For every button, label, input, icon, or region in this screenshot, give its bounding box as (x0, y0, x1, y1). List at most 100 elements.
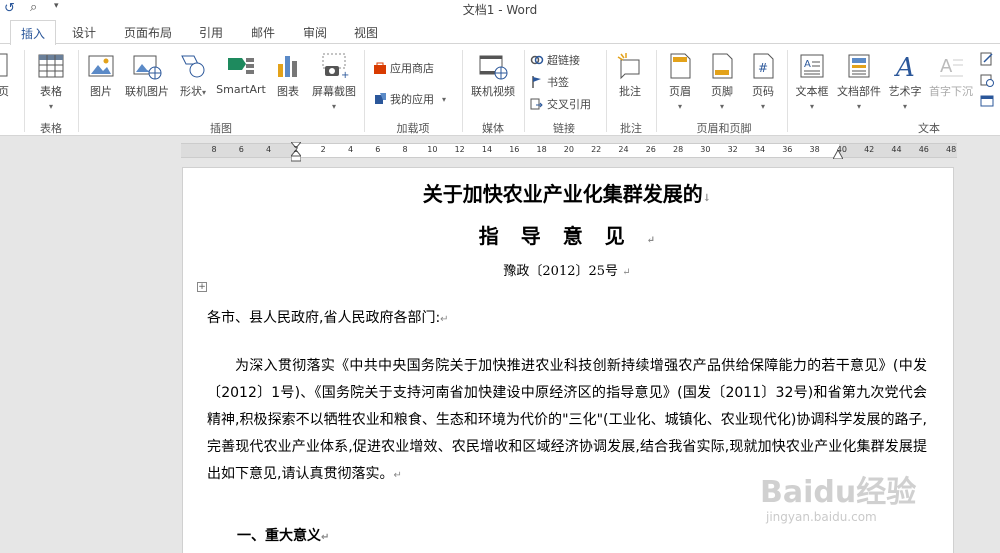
ruler-tick: 8 (402, 145, 408, 154)
cross-reference-button[interactable]: 交叉引用 (530, 96, 591, 112)
group-label-comments: 批注 (620, 122, 642, 135)
chart-button[interactable]: 图表 (273, 52, 303, 99)
chevron-down-icon: ▾ (719, 102, 724, 111)
smartart-icon (228, 58, 254, 74)
ruler-tick: 22 (591, 145, 602, 154)
ruler-tick: 18 (536, 145, 547, 154)
document-number: 豫政〔2012〕25号 ↵ (503, 264, 631, 279)
smartart-button[interactable]: SmartArt (214, 52, 268, 96)
tab-design[interactable]: 设计 (72, 24, 96, 41)
date-time-icon (980, 74, 994, 87)
ruler-tick: 34 (754, 145, 766, 154)
ruler-tick: 24 (618, 145, 629, 154)
ruler-tick: 2 (293, 145, 299, 154)
table-button[interactable]: 表格 ▾ (33, 52, 69, 112)
ruler-tick: 46 (918, 145, 929, 154)
drop-cap-icon: A (940, 56, 963, 77)
watermark-logo: Baidu经验 (760, 475, 917, 510)
ruler-tick: 10 (427, 145, 438, 154)
ruler-tick: 6 (238, 145, 244, 154)
object-button[interactable] (980, 94, 997, 108)
quick-parts-icon (848, 54, 870, 78)
chart-icon (278, 56, 297, 77)
bookmark-button[interactable]: 书签 (530, 74, 569, 90)
store-icon (374, 62, 386, 74)
online-picture-button[interactable]: 联机图片 (122, 52, 172, 99)
section-heading: 一、重大意义↵ (237, 528, 330, 544)
watermark-url: jingyan.baidu.com (766, 510, 877, 524)
my-apps-icon (375, 93, 386, 104)
group-label-illustrations: 插图 (210, 122, 232, 135)
tab-view[interactable]: 视图 (354, 24, 378, 41)
ruler-tick: 42 (864, 145, 875, 154)
online-picture-icon (133, 55, 162, 80)
online-video-button[interactable]: 联机视频 (466, 52, 520, 99)
picture-button[interactable]: 图片 (84, 52, 118, 99)
date-time-button[interactable] (980, 73, 997, 87)
ruler-tick: 26 (645, 145, 656, 154)
ruler-tick: 14 (481, 145, 493, 154)
shapes-icon (181, 55, 205, 78)
text-box-button[interactable]: A 文本框 ▾ (792, 52, 832, 112)
ruler-tick: 6 (375, 145, 381, 154)
svg-text:+: + (341, 70, 349, 80)
signature-line-icon (980, 52, 993, 66)
tab-references[interactable]: 引用 (199, 24, 223, 41)
ruler-tick: 30 (700, 145, 711, 154)
chevron-down-icon: ▾ (760, 102, 765, 111)
chevron-down-icon: ▾ (331, 102, 336, 111)
ruler-tick: 40 (836, 145, 847, 154)
group-label-text: 文本 (918, 122, 940, 135)
ruler-tick: 48 (946, 145, 957, 154)
hyperlink-button[interactable]: 超链接 (530, 52, 580, 68)
ruler-tick: 32 (727, 145, 738, 154)
chevron-down-icon: ▾ (677, 102, 682, 111)
footer-icon (712, 53, 733, 79)
tab-page-layout[interactable]: 页面布局 (124, 24, 172, 41)
tab-review[interactable]: 审阅 (303, 24, 327, 41)
picture-icon (88, 55, 114, 77)
drop-cap-button[interactable]: A 首字下沉 (926, 52, 976, 99)
store-button[interactable]: 应用商店 (373, 60, 434, 76)
header-icon (670, 53, 691, 79)
page-number-button[interactable]: # 页码 ▾ (747, 52, 779, 112)
chevron-down-icon: ▾ (902, 102, 907, 111)
document-title-line-2: 指导意见↵ (478, 224, 656, 248)
header-button[interactable]: 页眉 ▾ (664, 52, 696, 112)
svg-text:A: A (804, 59, 811, 70)
wordart-icon: A (894, 53, 915, 80)
comment-icon (617, 53, 640, 80)
chevron-down-icon: ▾ (442, 94, 447, 104)
tab-mailings[interactable]: 邮件 (251, 24, 275, 41)
tab-insert[interactable]: 插入 (10, 20, 57, 45)
ruler-tick: 2 (320, 145, 326, 154)
page-number-icon: # (753, 53, 774, 79)
ruler-tick: 28 (673, 145, 684, 154)
group-label-table: 表格 (40, 122, 62, 135)
svg-text:A: A (894, 53, 915, 80)
screenshot-button[interactable]: + 屏幕截图 ▾ (308, 52, 360, 112)
group-label-media: 媒体 (482, 122, 504, 135)
quick-parts-button[interactable]: 文档部件 ▾ (835, 52, 883, 112)
pages-button[interactable]: 页 (0, 52, 9, 99)
screenshot-icon: + (322, 53, 349, 80)
ruler-tick: 12 (454, 145, 465, 154)
ruler-tick: 4 (266, 145, 272, 154)
horizontal-ruler[interactable]: 8 6 4 2 2 4 6 8 10 12 14 16 18 20 22 24 26 28 30 32 34 36 38 40… (181, 142, 957, 162)
group-label-links: 链接 (553, 122, 575, 135)
comment-button[interactable]: 批注 (613, 52, 647, 99)
wordart-button[interactable]: A 艺术字 ▾ (886, 52, 924, 112)
online-video-icon (479, 55, 508, 80)
group-label-header-footer: 页眉和页脚 (696, 122, 752, 135)
my-apps-button[interactable]: 我的应用 ▾ (373, 91, 446, 107)
cross-reference-icon (530, 98, 543, 110)
shapes-button[interactable]: 形状▾ (177, 52, 209, 99)
window-title: 文档1 - Word (462, 3, 538, 17)
move-handle-icon[interactable]: + (197, 282, 207, 292)
chevron-down-icon: ▾ (201, 88, 206, 97)
text-box-icon: A (800, 54, 824, 78)
signature-line-button[interactable] (980, 52, 997, 66)
ruler-tick: 8 (211, 145, 217, 154)
object-icon (980, 95, 994, 107)
footer-button[interactable]: 页脚 ▾ (706, 52, 738, 112)
